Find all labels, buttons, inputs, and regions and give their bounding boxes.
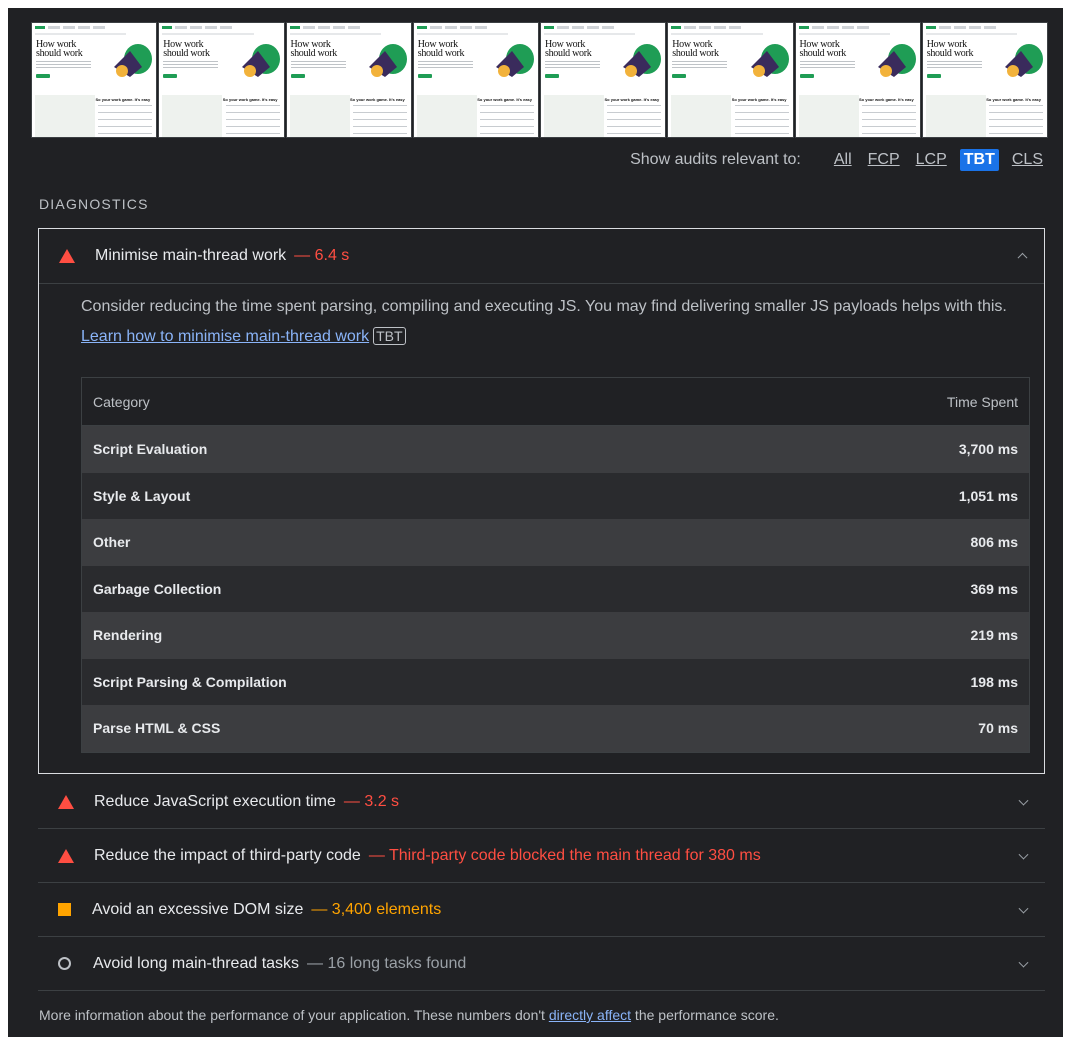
illustration-icon	[750, 44, 789, 77]
table-cell-time: 1,051 ms	[743, 472, 1030, 519]
filmstrip-frame: How work should work So your work game. I…	[667, 22, 794, 138]
learn-more-link[interactable]: Learn how to minimise main-thread work	[81, 328, 369, 345]
filmstrip-frame: How work should work So your work game. I…	[921, 22, 1048, 138]
audit-title: Avoid long main-thread tasks	[93, 954, 300, 972]
frame-lower-title: So your work game. It's easy	[859, 97, 914, 102]
frame-headline: How work should work	[36, 39, 83, 59]
filter-chip-cls[interactable]: CLS	[1009, 150, 1046, 170]
frame-headline: How work should work	[545, 39, 592, 59]
chevron-down-icon[interactable]	[1018, 903, 1029, 914]
chevron-down-icon[interactable]	[1018, 795, 1029, 806]
info-circle-icon	[58, 957, 71, 970]
frame-headline: How work should work	[290, 39, 338, 59]
table-row: Rendering 219 ms	[81, 612, 1030, 659]
audit-filter-label: Show audits relevant to:	[630, 151, 801, 168]
table-cell-category: Garbage Collection	[81, 565, 744, 612]
table-header-time-spent[interactable]: Time Spent	[743, 377, 1030, 426]
audit-mainthread-work: Minimise main-thread work — 6.4 s Consid…	[38, 228, 1045, 774]
audit-dom-size[interactable]: Avoid an excessive DOM size — 3,400 elem…	[38, 883, 1045, 937]
table-header-category[interactable]: Category	[81, 377, 744, 426]
illustration-icon	[114, 44, 153, 77]
fail-triangle-icon	[58, 794, 74, 809]
frame-lower-title: So your work game. It's easy	[477, 97, 532, 102]
footer-text-post: the performance score.	[631, 1007, 779, 1023]
audit-title: Reduce the impact of third-party code	[94, 846, 361, 864]
audit-js-execution-time[interactable]: Reduce JavaScript execution time — 3.2 s	[38, 775, 1045, 829]
illustration-icon	[623, 44, 662, 77]
table-row: Garbage Collection 369 ms	[81, 565, 1030, 612]
table-cell-category: Script Evaluation	[81, 425, 744, 473]
frame-lower-title: So your work game. It's easy	[95, 97, 151, 102]
table-cell-category: Style & Layout	[81, 472, 744, 519]
audit-display-value: — 6.4 s	[294, 247, 350, 264]
filmstrip-frame: How work should work So your work game. I…	[540, 22, 667, 138]
fail-triangle-icon	[59, 249, 75, 263]
filmstrip-frame: How work should work So your work game. I…	[412, 22, 539, 138]
section-title: DIAGNOSTICS	[39, 196, 149, 212]
audit-display-value: — 3,400 elements	[311, 900, 442, 918]
frame-headline: How work should work	[672, 39, 719, 59]
table-cell-category: Other	[81, 519, 744, 566]
audit-display-value: — 16 long tasks found	[307, 954, 467, 972]
illustration-icon	[877, 44, 916, 77]
frame-headline: How work should work	[799, 39, 847, 59]
filmstrip-frame: How work should work So your work game. I…	[31, 22, 158, 138]
filter-chip-lcp[interactable]: LCP	[913, 150, 950, 170]
filmstrip: How work should work So your work game. I…	[31, 22, 1048, 138]
audit-long-tasks[interactable]: Avoid long main-thread tasks — 16 long t…	[38, 937, 1045, 991]
illustration-icon	[241, 44, 280, 77]
table-cell-time: 198 ms	[743, 658, 1030, 705]
filter-chip-fcp[interactable]: FCP	[865, 150, 903, 170]
audit-display-value: — Third-party code blocked the main thre…	[368, 846, 761, 864]
audit-title: Minimise main-thread work	[95, 247, 287, 264]
table-cell-time: 3,700 ms	[743, 425, 1030, 473]
diagnostics-footer: More information about the performance o…	[39, 1007, 779, 1023]
audit-filter: Show audits relevant to: All FCP LCP TBT…	[630, 148, 1046, 172]
audit-title: Reduce JavaScript execution time	[94, 792, 336, 810]
audit-title: Avoid an excessive DOM size	[92, 900, 304, 918]
illustration-icon	[368, 44, 407, 77]
average-square-icon	[58, 903, 71, 916]
table-row: Script Parsing & Compilation 198 ms	[81, 658, 1030, 705]
illustration-icon	[1005, 44, 1043, 77]
audit-header[interactable]: Minimise main-thread work — 6.4 s	[39, 229, 1044, 284]
filmstrip-frame: How work should work So your work game. I…	[158, 22, 285, 138]
directly-affect-link[interactable]: directly affect	[549, 1007, 631, 1023]
table-cell-time: 369 ms	[743, 565, 1030, 612]
audit-description-text: Consider reducing the time spent parsing…	[81, 298, 1007, 315]
table-row: Parse HTML & CSS 70 ms	[81, 705, 1030, 752]
frame-headline: How work should work	[163, 39, 210, 59]
table-row: Script Evaluation 3,700 ms	[81, 425, 1030, 473]
chevron-up-icon[interactable]	[1017, 252, 1028, 263]
table-cell-category: Script Parsing & Compilation	[81, 658, 744, 705]
illustration-icon	[496, 44, 534, 77]
filmstrip-frame: How work should work So your work game. I…	[794, 22, 921, 138]
breakdown-table: Category Time Spent Script Evaluation 3,…	[81, 377, 1030, 753]
metric-badge: TBT	[373, 327, 406, 345]
table-cell-time: 219 ms	[743, 612, 1030, 659]
frame-lower-title: So your work game. It's easy	[986, 97, 1041, 102]
frame-lower-title: So your work game. It's easy	[350, 97, 405, 102]
table-row: Other 806 ms	[81, 519, 1030, 566]
chevron-down-icon[interactable]	[1018, 957, 1029, 968]
table-cell-time: 806 ms	[743, 519, 1030, 566]
frame-headline: How work should work	[417, 39, 465, 59]
audit-description: Consider reducing the time spent parsing…	[81, 292, 1021, 352]
audit-third-party-code[interactable]: Reduce the impact of third-party code — …	[38, 829, 1045, 883]
frame-lower-title: So your work game. It's easy	[604, 97, 660, 102]
filter-chip-all[interactable]: All	[831, 150, 855, 170]
table-cell-category: Parse HTML & CSS	[81, 705, 744, 752]
frame-headline: How work should work	[926, 39, 974, 59]
frame-lower-title: So your work game. It's easy	[222, 97, 278, 102]
audit-display-value: — 3.2 s	[343, 792, 400, 810]
table-cell-time: 70 ms	[743, 705, 1030, 752]
fail-triangle-icon	[58, 848, 74, 863]
table-row: Style & Layout 1,051 ms	[81, 472, 1030, 519]
frame-lower-title: So your work game. It's easy	[731, 97, 787, 102]
chevron-down-icon[interactable]	[1018, 849, 1029, 860]
filmstrip-frame: How work should work So your work game. I…	[285, 22, 412, 138]
filter-chip-tbt[interactable]: TBT	[959, 149, 999, 171]
table-cell-category: Rendering	[81, 612, 744, 659]
footer-text-pre: More information about the performance o…	[39, 1007, 549, 1023]
